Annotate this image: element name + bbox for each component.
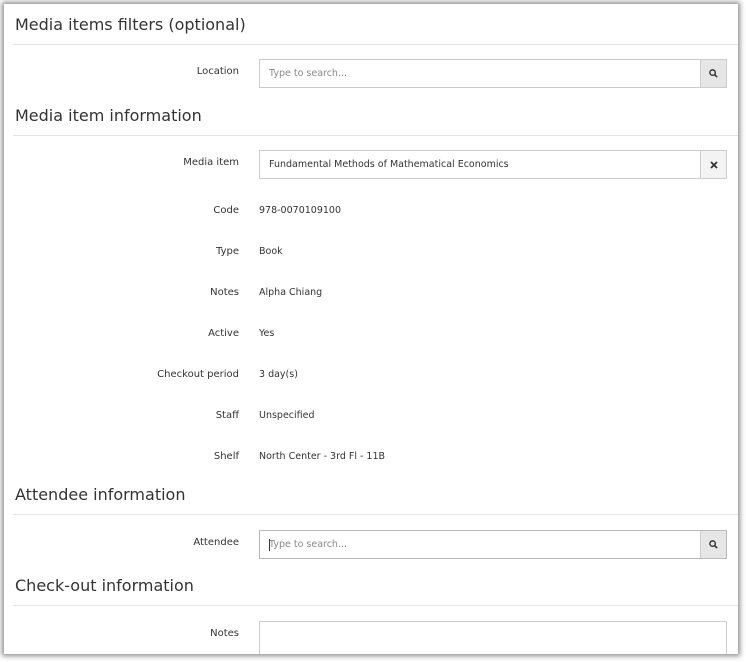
checkout-notes-label: Notes xyxy=(210,628,239,639)
checkout-period-label: Checkout period xyxy=(157,369,239,380)
media-item-input[interactable] xyxy=(260,151,700,178)
checkout-notes-textarea[interactable] xyxy=(259,621,727,654)
attendee-search-button[interactable] xyxy=(700,531,726,558)
location-label: Location xyxy=(196,66,239,77)
location-search-button[interactable] xyxy=(700,60,726,87)
section-title-checkout: Check-out information xyxy=(15,576,194,595)
section-title-attendee: Attendee information xyxy=(15,485,186,504)
code-label: Code xyxy=(213,205,239,216)
type-label: Type xyxy=(216,246,239,257)
media-item-input-group xyxy=(259,150,727,179)
type-value: Book xyxy=(259,246,283,257)
section-title-media-info: Media item information xyxy=(15,106,202,125)
staff-value: Unspecified xyxy=(259,410,315,421)
notes-value: Alpha Chiang xyxy=(259,287,323,298)
close-icon xyxy=(709,160,718,169)
attendee-search-input[interactable] xyxy=(260,531,700,558)
media-item-clear-button[interactable] xyxy=(700,151,726,178)
text-cursor xyxy=(269,539,270,551)
active-value: Yes xyxy=(259,328,275,339)
media-item-label: Media item xyxy=(183,157,239,168)
location-search-input[interactable] xyxy=(260,60,700,87)
checkout-period-value: 3 day(s) xyxy=(259,369,298,380)
attendee-input-group xyxy=(259,530,727,559)
staff-label: Staff xyxy=(215,410,239,421)
shelf-value: North Center - 3rd Fl - 11B xyxy=(259,451,386,462)
divider xyxy=(13,44,738,45)
search-icon xyxy=(709,69,718,78)
attendee-label: Attendee xyxy=(193,537,239,548)
divider xyxy=(13,135,738,136)
location-input-group xyxy=(259,59,727,88)
code-value: 978-0070109100 xyxy=(259,205,342,216)
shelf-label: Shelf xyxy=(213,451,239,462)
section-title-filters: Media items filters (optional) xyxy=(15,15,246,34)
active-label: Active xyxy=(208,328,239,339)
notes-label: Notes xyxy=(210,287,239,298)
divider xyxy=(13,514,738,515)
checkout-form: Media items filters (optional) Location … xyxy=(4,4,738,654)
search-icon xyxy=(709,540,718,549)
divider xyxy=(13,605,738,606)
